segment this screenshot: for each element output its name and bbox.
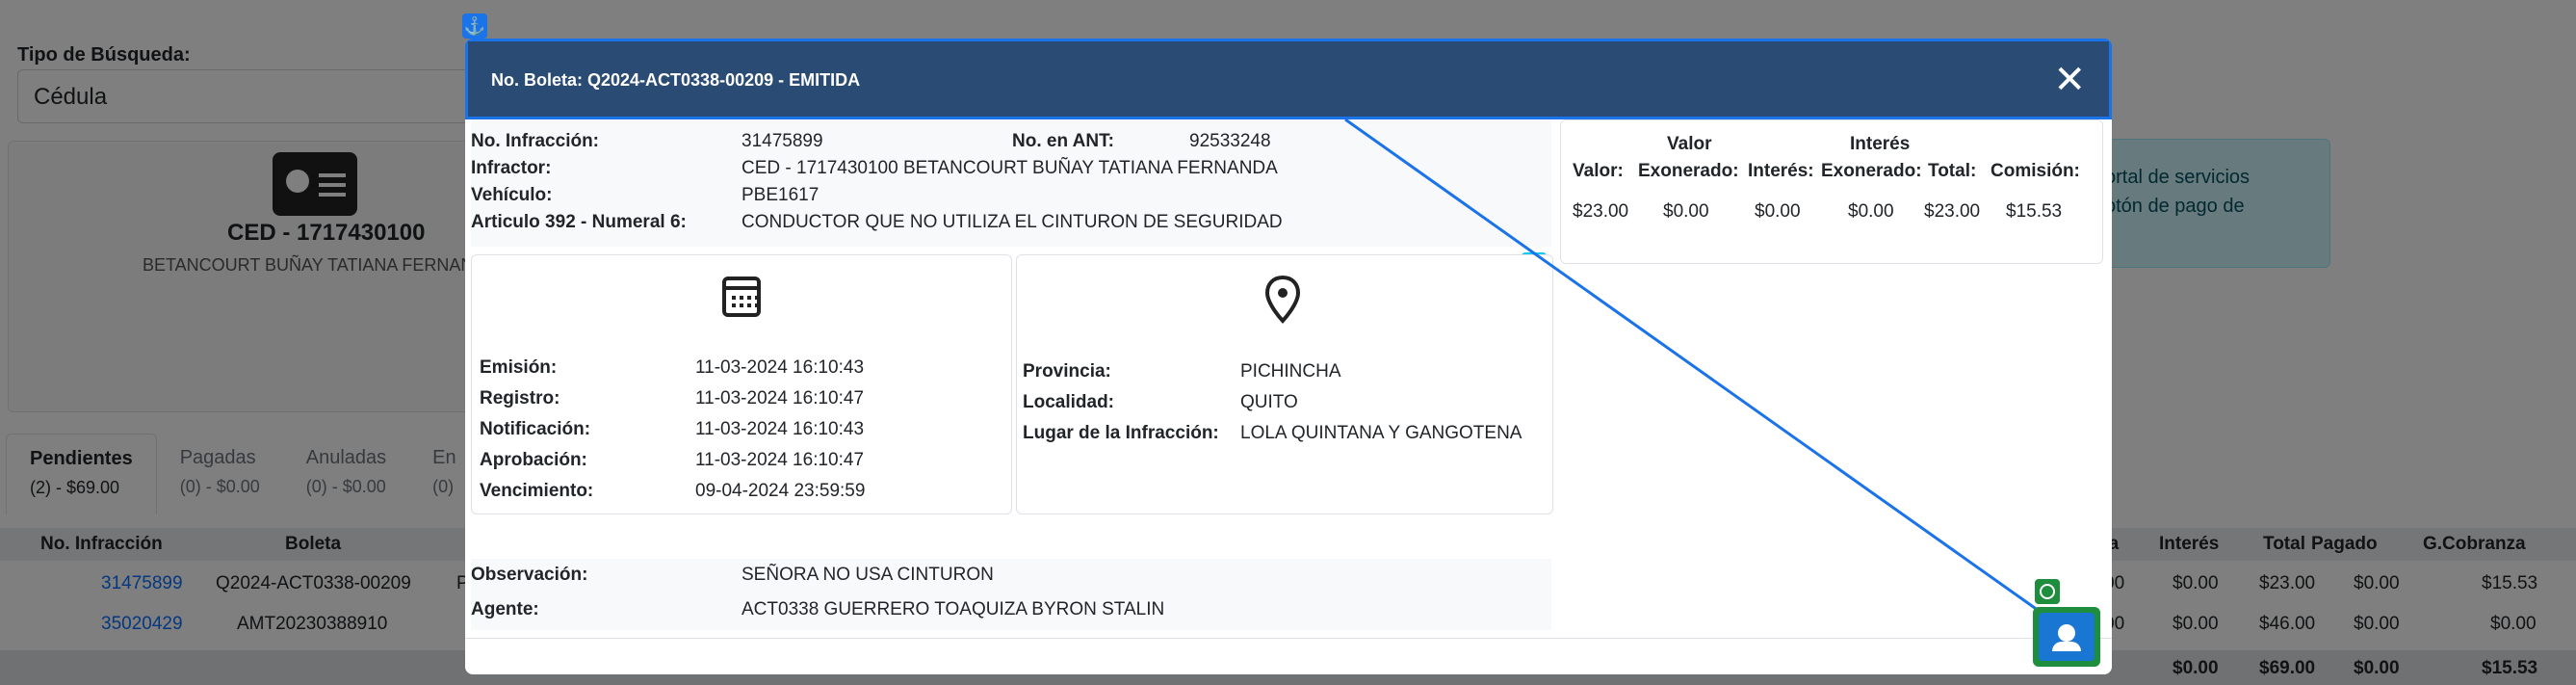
assistant-button[interactable] xyxy=(2033,607,2100,667)
target-icon[interactable] xyxy=(2035,579,2060,604)
connector-line xyxy=(1344,118,2043,615)
assistant-icon xyxy=(2039,613,2095,661)
anchor-icon[interactable]: ⚓ xyxy=(462,13,487,39)
